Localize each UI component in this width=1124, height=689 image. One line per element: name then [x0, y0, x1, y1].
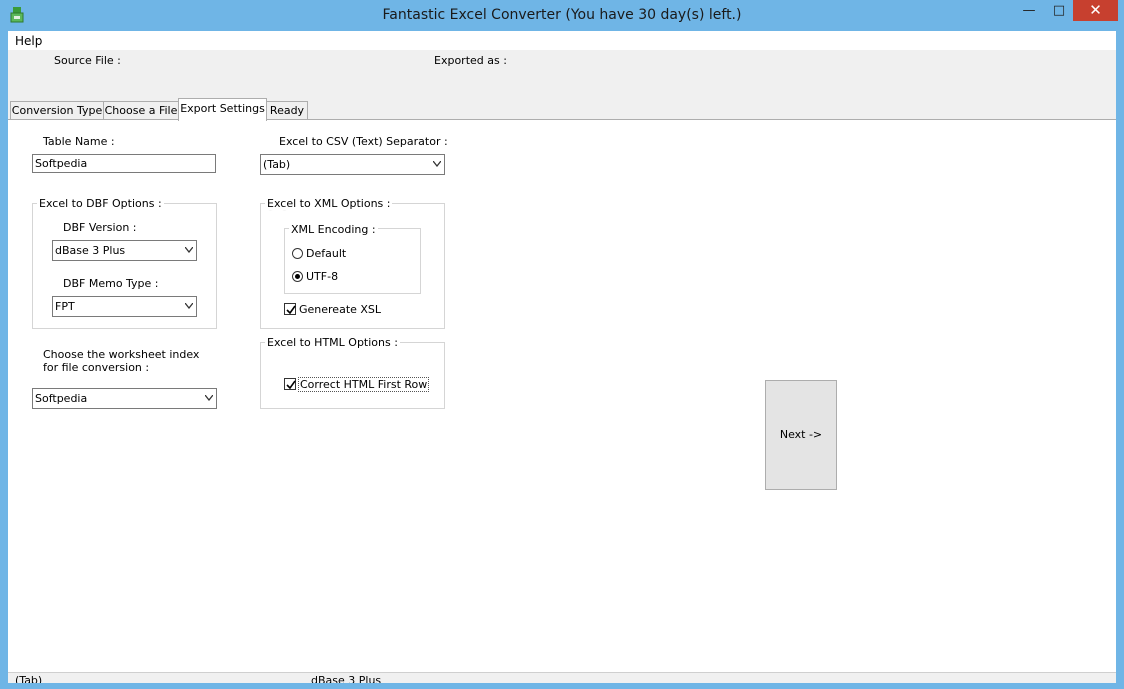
xml-encoding-title: XML Encoding : [289, 223, 378, 236]
xml-default-radio[interactable] [292, 248, 303, 259]
chevron-down-icon [205, 395, 213, 401]
minimize-icon: — [1022, 3, 1036, 18]
exported-as-label: Exported as : [434, 54, 507, 67]
tab-conversion-type[interactable]: Conversion Type [10, 101, 104, 120]
menu-help[interactable]: Help [15, 34, 42, 48]
generate-xsl-label[interactable]: Genereate XSL [299, 303, 381, 316]
status-left: (Tab) [15, 674, 43, 683]
window-title: Fantastic Excel Converter (You have 30 d… [382, 7, 742, 23]
xml-options-title: Excel to XML Options : [265, 197, 393, 210]
maximize-icon: □ [1052, 3, 1066, 18]
worksheet-label-line1: Choose the worksheet index [43, 348, 200, 361]
dbf-version-select[interactable]: dBase 3 Plus [52, 240, 197, 261]
status-bar: (Tab) dBase 3 Plus [8, 672, 1116, 683]
maximize-button[interactable]: □ [1042, 0, 1076, 21]
menu-bar: Help [8, 31, 1116, 50]
status-right: dBase 3 Plus [311, 674, 382, 683]
tab-ready[interactable]: Ready [266, 101, 308, 120]
next-button[interactable]: Next -> [765, 380, 837, 490]
csv-separator-select[interactable]: (Tab) [260, 154, 445, 175]
tab-export-settings[interactable]: Export Settings [178, 98, 267, 121]
xml-utf8-label[interactable]: UTF-8 [306, 270, 338, 283]
minimize-button[interactable]: — [1012, 0, 1046, 21]
table-name-input[interactable]: Softpedia [32, 154, 216, 173]
tab-choose-a-file[interactable]: Choose a File [103, 101, 179, 120]
dbf-memo-value: FPT [55, 300, 75, 313]
info-panel: Source File : Exported as : [8, 50, 1116, 100]
dbf-memo-label: DBF Memo Type : [63, 277, 159, 290]
html-options-group [260, 342, 445, 409]
xml-utf8-radio[interactable] [292, 271, 303, 282]
checkmark-icon [286, 305, 296, 315]
source-file-label: Source File : [54, 54, 121, 67]
dbf-version-label: DBF Version : [63, 221, 137, 234]
worksheet-value: Softpedia [35, 392, 88, 405]
chevron-down-icon [433, 161, 441, 167]
dbf-version-value: dBase 3 Plus [55, 244, 126, 257]
csv-separator-value: (Tab) [263, 158, 291, 171]
dbf-options-title: Excel to DBF Options : [37, 197, 164, 210]
worksheet-select[interactable]: Softpedia [32, 388, 217, 409]
radio-selected-dot [295, 274, 300, 279]
dbf-memo-select[interactable]: FPT [52, 296, 197, 317]
close-button[interactable]: ✕ [1073, 0, 1118, 21]
chevron-down-icon [185, 303, 193, 309]
chevron-down-icon [185, 247, 193, 253]
html-options-title: Excel to HTML Options : [265, 336, 400, 349]
close-icon: ✕ [1089, 1, 1102, 19]
xml-encoding-group [284, 228, 421, 294]
html-first-row-checkbox[interactable] [284, 378, 296, 390]
xml-default-label[interactable]: Default [306, 247, 346, 260]
csv-separator-label: Excel to CSV (Text) Separator : [279, 135, 448, 148]
worksheet-label-line2: for file conversion : [43, 361, 150, 374]
generate-xsl-checkbox[interactable] [284, 303, 296, 315]
html-first-row-label[interactable]: Correct HTML First Row [298, 377, 430, 392]
export-settings-page: Table Name : Softpedia Excel to DBF Opti… [8, 119, 1116, 672]
checkmark-icon [286, 380, 296, 390]
table-name-label: Table Name : [43, 135, 115, 148]
